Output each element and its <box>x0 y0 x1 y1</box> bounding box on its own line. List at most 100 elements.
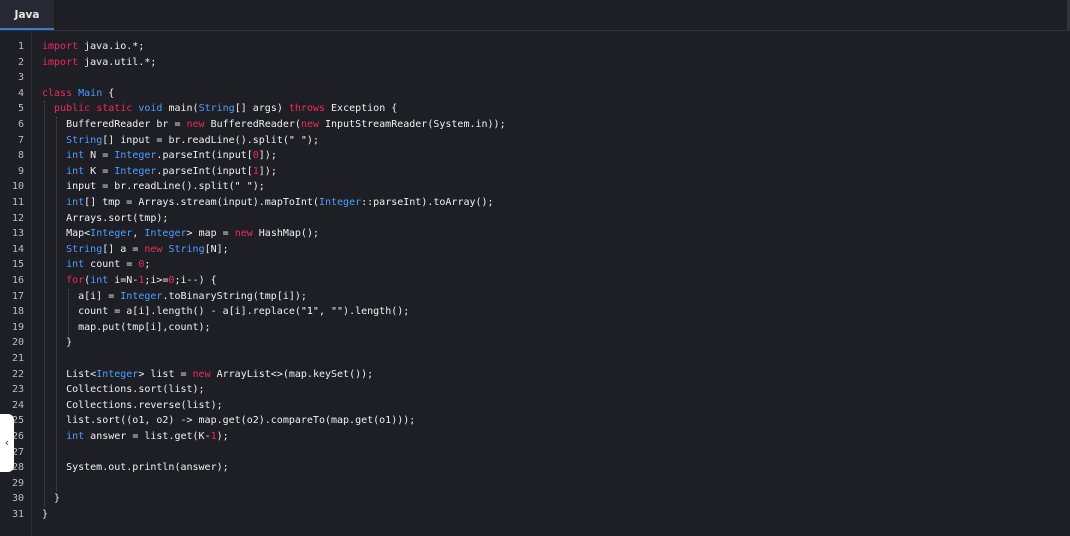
code-line: List<Integer> list = new ArrayList<>(map… <box>42 367 373 383</box>
code-token: [] input = br.readLine().split( <box>102 134 289 146</box>
code-editor[interactable]: 1 2 3 4 5 6 7 8 9 10 11 12 13 14 15 16 17 18 19 20 21 22 23 24 2… <box>0 31 1070 536</box>
code-token: ]); <box>258 165 277 177</box>
code-area[interactable]: import java.io.*; import java.util.*; clas… <box>32 31 1070 536</box>
code-token: [] tmp = Arrays.stream(input).mapToInt( <box>84 197 319 208</box>
code-token: Integer <box>318 197 362 208</box>
code-token: } <box>42 509 49 520</box>
code-line: String[] input = br.readLine().split(" "… <box>42 133 319 149</box>
code-token: ;i--) { <box>174 275 217 286</box>
code-line: } <box>42 507 48 523</box>
code-line: int answer = list.get(K-1); <box>42 429 229 445</box>
code-line: list.sort((o1, o2) -> map.get(o2).compar… <box>42 413 415 429</box>
editor-tab-bar: Java <box>0 0 1070 31</box>
line-number: 24 <box>11 399 24 411</box>
code-line: } <box>42 335 72 351</box>
code-token: new <box>300 119 319 130</box>
code-token: Collections.reverse(list); <box>42 399 223 411</box>
code-token: java.util.*; <box>78 56 157 68</box>
code-line: a[i] = Integer.toBinaryString(tmp[i]); <box>42 289 307 305</box>
code-token: Map< <box>42 228 91 240</box>
code-token: ); <box>306 134 319 146</box>
code-token: String <box>66 243 103 255</box>
code-token: ; <box>144 259 151 271</box>
code-token: String <box>168 243 205 255</box>
code-token: input = br.readLine().split( <box>42 181 235 193</box>
chevron-left-icon[interactable]: ‹ <box>0 414 14 472</box>
code-token: Integer <box>114 150 157 162</box>
code-token: .toBinaryString(tmp[i]); <box>162 290 307 302</box>
code-token: int <box>66 165 85 177</box>
code-token: > map = <box>186 228 235 240</box>
code-line: Map<Integer, Integer> map = new HashMap(… <box>42 226 319 242</box>
line-number: 18 <box>11 306 24 318</box>
code-line: BufferedReader br = new BufferedReader(n… <box>42 117 506 133</box>
code-token: { <box>102 87 115 99</box>
code-token: int <box>66 431 85 442</box>
code-token: import <box>42 41 79 52</box>
code-token: Integer <box>114 165 157 177</box>
code-token: Integer <box>144 228 187 240</box>
line-number: 10 <box>11 181 24 193</box>
code-token: list.sort((o1, o2) -> map.get(o2).compar… <box>42 415 416 427</box>
code-token: for <box>66 275 85 286</box>
line-number: 13 <box>11 228 24 240</box>
code-token: Integer <box>90 228 133 240</box>
line-number: 22 <box>11 368 24 380</box>
code-token: a[i] = <box>42 290 121 302</box>
line-number: 5 <box>17 103 24 115</box>
code-line: System.out.println(answer); <box>42 460 229 476</box>
line-number: 2 <box>17 56 24 68</box>
code-token: N = <box>84 150 115 162</box>
code-line: public static void main(String[] args) t… <box>42 101 397 117</box>
line-number: 3 <box>17 72 24 84</box>
code-token: new <box>234 228 253 240</box>
code-token: Main <box>78 87 103 99</box>
line-number: 21 <box>11 353 24 364</box>
code-token: String <box>66 134 103 146</box>
code-token: int <box>66 259 85 271</box>
code-token: K = <box>84 165 115 177</box>
line-number: 14 <box>11 243 24 255</box>
code-line: Collections.reverse(list); <box>42 398 223 414</box>
code-token: static <box>96 103 133 115</box>
code-token: ;i>= <box>144 275 169 286</box>
code-token: ).length(); <box>343 306 410 318</box>
code-token: [] a = <box>102 243 145 255</box>
line-number: 7 <box>17 134 24 146</box>
line-number: 6 <box>17 119 24 130</box>
code-token: ]); <box>258 150 277 162</box>
line-number: 20 <box>11 337 24 349</box>
code-token: [] args) <box>234 103 289 115</box>
code-token: answer = list.get(K- <box>84 431 211 442</box>
code-token: count = <box>84 259 139 271</box>
tab-java[interactable]: Java <box>0 0 54 30</box>
code-token: Integer <box>96 368 139 380</box>
line-number: 11 <box>11 197 24 208</box>
code-line: int count = 0; <box>42 257 150 273</box>
code-token: , <box>318 306 331 318</box>
code-token: HashMap(); <box>252 228 319 240</box>
code-token: BufferedReader( <box>204 119 301 130</box>
code-token: ::parseInt).toArray(); <box>361 197 494 208</box>
indent-guide <box>44 101 45 507</box>
code-token: String <box>198 103 235 115</box>
code-token: " " <box>234 181 253 193</box>
code-line: Arrays.sort(tmp); <box>42 211 168 227</box>
line-number: 9 <box>17 165 24 177</box>
code-token: public <box>54 103 91 115</box>
code-token: InputStreamReader(System.in)); <box>318 119 506 130</box>
code-token: BufferedReader br = <box>42 119 187 130</box>
code-line: for(int i=N-1;i>=0;i--) { <box>42 273 217 289</box>
code-line: String[] a = new String[N]; <box>42 242 229 258</box>
line-number: 30 <box>11 493 24 505</box>
code-line: count = a[i].length() - a[i].replace("1"… <box>42 304 409 320</box>
code-token: ); <box>252 181 265 193</box>
code-token: void <box>138 103 163 115</box>
line-number: 4 <box>17 87 24 99</box>
